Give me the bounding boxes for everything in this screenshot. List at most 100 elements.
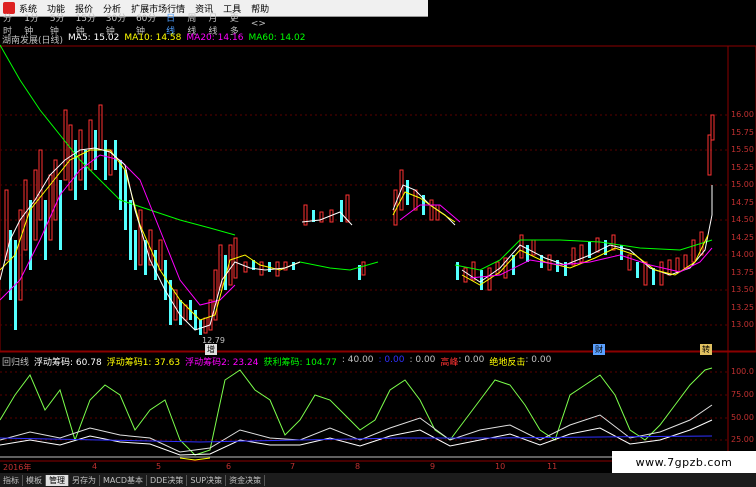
candle	[124, 170, 127, 230]
stock-name: 湖南发展(日线)	[2, 36, 64, 46]
ma60-value: MA60: 14.02	[248, 33, 306, 43]
ind-tick: 50.00	[731, 413, 754, 422]
tab-sup-decision[interactable]: SUP决策	[187, 474, 227, 486]
tab-fund-decision[interactable]: 资金决策	[226, 474, 266, 486]
candle	[667, 259, 672, 276]
candle	[361, 261, 366, 276]
peak-value: : 0.00	[458, 355, 485, 365]
tab-save-as[interactable]: 另存为	[69, 474, 100, 486]
candle	[129, 200, 132, 260]
candle	[63, 109, 68, 181]
price-tick: 14.25	[731, 232, 754, 242]
counterattack-label: 绝地反击	[489, 358, 526, 368]
indicator-green	[0, 367, 713, 456]
marker-zhuan[interactable]: 转	[700, 344, 712, 355]
counterattack-value: : 0.00	[525, 355, 552, 365]
candle	[691, 239, 696, 263]
watermark: www.7gpzb.com	[612, 451, 756, 473]
value-0-a: : 0.00	[378, 355, 405, 365]
price-tick: 13.25	[731, 302, 754, 312]
marker-cai[interactable]: 财	[593, 344, 605, 355]
value-0-b: : 0.00	[409, 355, 436, 365]
tab-manage[interactable]: 管理	[46, 474, 69, 486]
tab-indicator[interactable]: 指标	[0, 474, 23, 486]
candle	[710, 114, 715, 141]
tab-dde-decision[interactable]: DDE决策	[147, 474, 188, 486]
candle	[134, 230, 137, 270]
candle	[98, 104, 103, 151]
date-label: 7	[290, 462, 296, 471]
date-label: 2016年	[3, 463, 32, 472]
candle	[463, 267, 468, 283]
candle	[683, 254, 688, 269]
chart-canvas[interactable]	[0, 0, 756, 487]
marker-ying[interactable]: 增	[205, 344, 217, 355]
peak-label: 高峰	[440, 358, 459, 368]
date-label: 6	[226, 462, 232, 471]
ma20-value: MA20: 14.16	[186, 33, 244, 43]
candle	[23, 179, 28, 251]
candle	[627, 254, 632, 271]
indicator-title-bar: 回归线 浮动筹码: 60.78 浮动筹码1: 37.63 浮动筹码2: 23.2…	[0, 355, 556, 368]
candle	[114, 140, 117, 170]
candle	[59, 180, 62, 250]
date-label: 8	[355, 462, 361, 471]
candle	[292, 262, 295, 270]
candle	[119, 160, 122, 210]
price-tick: 16.00	[731, 110, 754, 119]
candle	[84, 150, 87, 190]
price-tick: 13.75	[731, 267, 754, 277]
price-tick: 14.75	[731, 197, 754, 207]
candle	[138, 209, 143, 266]
ma20-line	[0, 154, 236, 306]
profit-chips: 获利筹码: 104.77	[263, 358, 337, 368]
candle	[636, 262, 639, 278]
candle	[74, 140, 77, 200]
candle	[579, 244, 584, 263]
price-tick: 13.50	[731, 285, 754, 294]
ind-tick: 75.00	[731, 390, 754, 399]
date-label: 5	[156, 462, 162, 471]
candle	[659, 261, 664, 286]
candle	[707, 134, 712, 176]
float-chips-1: 浮动筹码1: 37.63	[106, 358, 181, 368]
float-chips-2: 浮动筹码2: 23.24	[185, 358, 259, 368]
tab-template[interactable]: 模板	[23, 474, 46, 486]
ma5-value: MA5: 15.02	[68, 33, 120, 43]
price-tick: 15.00	[731, 180, 754, 189]
date-label: 9	[430, 462, 436, 471]
candle	[675, 257, 680, 273]
date-label: 10	[495, 462, 506, 471]
candle	[429, 199, 434, 221]
chart-title-bar: 湖南发展(日线) MA5: 15.02 MA10: 14.58 MA20: 14…	[0, 33, 310, 46]
price-tick: 15.50	[731, 145, 754, 154]
price-tick: 15.25	[731, 162, 754, 172]
candle	[435, 204, 440, 221]
float-chips: 浮动筹码: 60.78	[34, 358, 102, 368]
candle	[194, 310, 197, 330]
tab-macd-basic[interactable]: MACD基本	[100, 474, 147, 486]
candle	[104, 140, 107, 180]
candle	[154, 250, 157, 280]
candle	[456, 262, 459, 280]
price-tick: 14.00	[731, 250, 754, 259]
period-bar: 分时 1分钟 5分钟 15分钟 30分钟 60分钟 日线 周线 月线 更多 <>	[0, 14, 273, 37]
indicator-name: 回归线	[2, 358, 30, 368]
price-tick: 15.75	[731, 127, 754, 137]
candle	[179, 300, 182, 325]
ma10-value: MA10: 14.58	[124, 33, 182, 43]
date-label: 11	[547, 462, 558, 471]
candle	[283, 261, 288, 271]
ind-tick: 100.0	[731, 367, 754, 376]
period-scroll-arrows[interactable]: <>	[251, 19, 266, 29]
date-label: 4	[92, 462, 98, 471]
menu-help[interactable]: 帮助	[251, 2, 269, 15]
bottom-toolbar: 指标 模板 管理 另存为 MACD基本 DDE决策 SUP决策 资金决策	[0, 473, 756, 487]
price-tick: 14.50	[731, 215, 754, 224]
price-tick: 13.00	[731, 320, 754, 329]
ind-tick: 25.00	[731, 435, 754, 444]
candle	[652, 268, 655, 285]
candle	[595, 237, 600, 253]
candle	[228, 244, 233, 286]
candle	[340, 200, 343, 222]
